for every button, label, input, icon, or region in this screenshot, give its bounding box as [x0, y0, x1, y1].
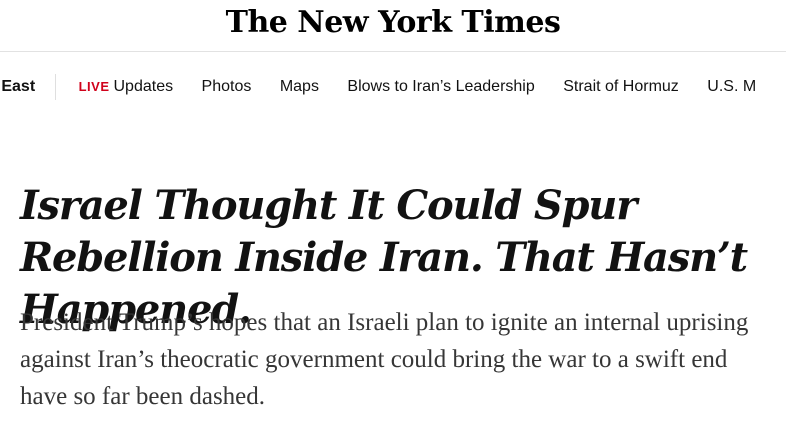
nav-item-blows-to-irans-leadership[interactable]: Blows to Iran’s Leadership	[347, 74, 534, 100]
nyt-logo[interactable]: The New York Times	[0, 5, 786, 40]
nav-item-maps[interactable]: Maps	[280, 74, 319, 100]
nav-section-middle-east[interactable]: e East	[0, 74, 57, 100]
nav-item-strait-of-hormuz[interactable]: Strait of Hormuz	[563, 74, 679, 100]
nav-item-photos[interactable]: Photos	[202, 74, 252, 100]
live-updates-label: Updates	[113, 78, 174, 95]
nav-item-live-updates[interactable]: LIVE Updates	[79, 74, 174, 100]
live-badge: LIVE	[78, 79, 110, 94]
masthead: The New York Times	[0, 0, 786, 52]
section-nav: e East LIVEUpdates Photos Maps Blows to …	[0, 74, 780, 100]
article-summary: President Trump’s hopes that an Israeli …	[20, 309, 749, 410]
nav-item-us-military[interactable]: U.S. M	[707, 74, 756, 100]
